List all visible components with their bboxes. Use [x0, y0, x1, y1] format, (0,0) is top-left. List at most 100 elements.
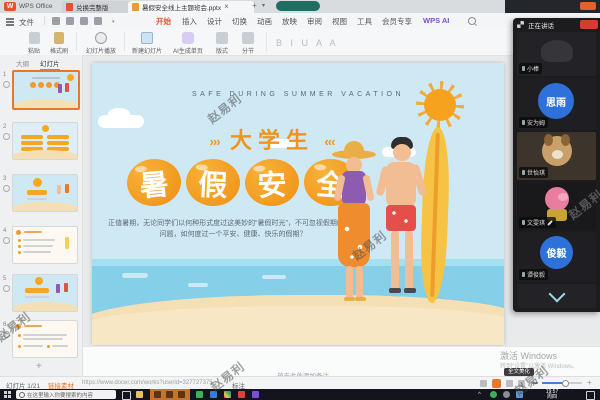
tray-icon[interactable] [503, 391, 510, 398]
participant-video-tile[interactable]: 小棒 [517, 32, 596, 76]
start-button[interactable] [4, 391, 7, 394]
transition-indicator-icon [3, 331, 10, 338]
wps-logo-icon[interactable]: W [4, 2, 16, 11]
mini-bullet [47, 345, 50, 348]
notification-center-icon[interactable] [586, 391, 595, 400]
tab-list-chevron-icon[interactable]: ▾ [262, 1, 265, 11]
tab-close-icon[interactable]: × [224, 2, 229, 12]
hamburger-menu-icon[interactable] [6, 18, 14, 20]
mini-header [24, 325, 42, 327]
format-painter-button[interactable]: 格式刷 [46, 32, 72, 55]
participant-name: 谭俊毅 [527, 270, 545, 279]
participant-video-silhouette [541, 40, 573, 62]
tab-insert[interactable]: 插入 [182, 16, 197, 27]
play-from-current-icon[interactable] [492, 379, 501, 388]
print-icon[interactable] [66, 17, 74, 25]
participant-video-tile[interactable]: 文雯琪 [517, 182, 596, 230]
mini-person [56, 284, 60, 293]
outline-tab[interactable]: 大纲 [16, 58, 29, 68]
add-slide-button[interactable]: + [36, 361, 42, 372]
collapse-panel-tile[interactable] [517, 284, 596, 308]
participant-name-label: 小棒 [519, 63, 542, 74]
cloud [108, 108, 130, 119]
taskbar-app-icon[interactable] [252, 391, 259, 398]
tab-animation[interactable]: 动画 [257, 16, 272, 27]
ai-generate-button[interactable]: AI生成单页 [168, 32, 208, 55]
tab-transition[interactable]: 切换 [232, 16, 247, 27]
participant-name: 文雯琪 [527, 218, 545, 227]
save-icon[interactable] [52, 17, 60, 25]
new-slide-button[interactable]: 新建幻灯片 [128, 32, 166, 55]
taskbar-app-icon[interactable] [196, 391, 203, 398]
tab-tools[interactable]: 工具 [357, 16, 372, 27]
taskbar-search[interactable]: 在这里输入你要搜索的内容 [16, 390, 116, 399]
mic-icon [522, 120, 525, 125]
participant-video-tile[interactable]: 思雨 安为姆 [517, 78, 596, 130]
section-button[interactable]: 分节 [236, 32, 260, 55]
beautify-button[interactable]: 全文美化 [504, 368, 534, 376]
video-call-header: 正在讲话 [513, 18, 600, 31]
slide-thumbnail-6[interactable] [12, 320, 78, 358]
tab-design[interactable]: 设计 [207, 16, 222, 27]
quick-access-chevron-icon[interactable]: ▾ [112, 19, 115, 25]
grid-view-icon[interactable] [517, 21, 524, 28]
subtitle-text: 大学生 [230, 128, 314, 153]
taskbar-app-icon[interactable] [238, 391, 245, 398]
file-explorer-icon[interactable] [136, 391, 143, 398]
layout-button[interactable]: 版式 [210, 32, 234, 55]
tab-member[interactable]: 会员专享 [382, 16, 412, 27]
mini-text [52, 345, 68, 347]
windows-taskbar: 在这里输入你要搜索的内容 ^ 19:57 周四 [0, 389, 600, 400]
meeting-titlebar-button[interactable] [580, 2, 596, 10]
mini-text [23, 245, 53, 247]
material-url[interactable]: https://www.docer.com/works?userid=32772… [82, 380, 213, 386]
tab-slideshow[interactable]: 放映 [282, 16, 297, 27]
tray-icon[interactable] [490, 391, 497, 398]
man-foot [389, 288, 401, 293]
tab-document-active[interactable]: 暑假安全线上主题班会.pptx × [128, 1, 254, 13]
active-app-group[interactable] [150, 389, 190, 400]
slide-thumbnail-4[interactable] [12, 226, 78, 264]
slide-thumbnail-5[interactable] [12, 274, 78, 312]
tray-expand-chevron-icon[interactable]: ^ [478, 392, 481, 398]
leave-meeting-button[interactable] [580, 20, 598, 29]
tab-template[interactable]: 兑换完整版 [62, 1, 132, 13]
participant-video-tile[interactable]: 俊毅 谭俊毅 [517, 232, 596, 282]
paste-button[interactable]: 粘贴 [22, 32, 46, 55]
redo-icon[interactable] [94, 17, 102, 25]
taskbar-app-icon[interactable] [210, 391, 217, 398]
taskbar-clock[interactable]: 19:57 周四 [534, 389, 570, 400]
reading-view-icon[interactable] [518, 380, 525, 387]
taskbar-app-icon[interactable] [224, 391, 231, 398]
tab-view[interactable]: 视图 [332, 16, 347, 27]
zoom-out-icon[interactable] [532, 382, 538, 384]
zoom-slider[interactable] [542, 382, 582, 384]
slide-thumbnail-1[interactable] [12, 70, 80, 110]
mini-text [23, 338, 63, 340]
new-tab-button[interactable]: + [252, 1, 257, 11]
mini-title [30, 82, 36, 88]
normal-view-icon[interactable] [480, 380, 487, 387]
tab-wps-ai[interactable]: WPS AI [423, 16, 449, 25]
tray-icon[interactable] [516, 391, 523, 398]
tab-home[interactable]: 开始 [156, 16, 171, 27]
rename-pencil-icon[interactable] [547, 220, 553, 226]
slide-eyebrow-text: SAFE DURING SUMMER VACATION [92, 91, 504, 98]
mini-text [23, 239, 55, 241]
slide-canvas[interactable]: SAFE DURING SUMMER VACATION ››› 大学生 ‹‹‹ … [92, 63, 504, 345]
tab-review[interactable]: 审阅 [307, 16, 322, 27]
transition-indicator-icon [3, 81, 10, 88]
zoom-in-icon[interactable]: + [587, 378, 592, 387]
search-icon [19, 392, 25, 398]
mini-person [58, 84, 62, 93]
font-format-tools[interactable]: B I U A A [276, 38, 339, 48]
participant-video-tile[interactable]: 世怡琪 [517, 132, 596, 180]
slide-thumbnail-3[interactable] [12, 174, 78, 212]
slide-sorter-icon[interactable] [506, 380, 513, 387]
zoom-slider-knob[interactable] [562, 380, 569, 387]
play-slideshow-button[interactable]: 幻灯片播放 [82, 32, 120, 55]
task-view-icon[interactable] [122, 391, 131, 400]
undo-icon[interactable] [80, 17, 88, 25]
slide-thumbnail-2[interactable] [12, 122, 78, 160]
file-menu-button[interactable]: 文件 [19, 17, 34, 28]
